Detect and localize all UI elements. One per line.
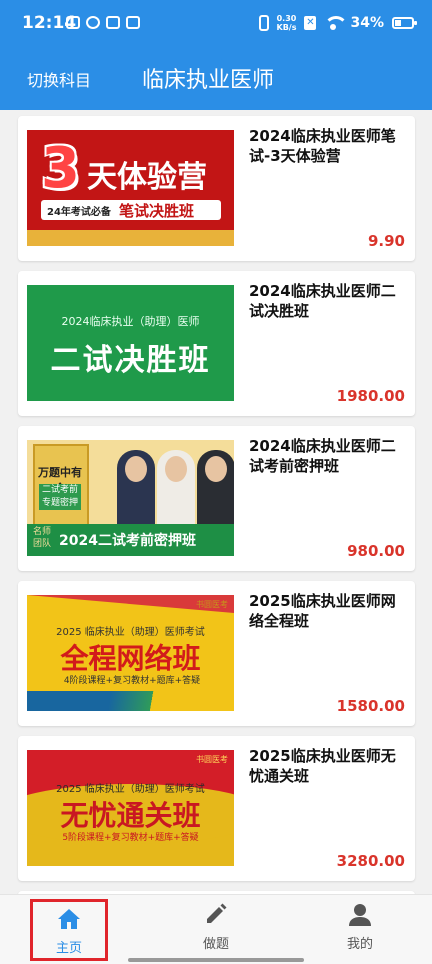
switch-subject-button[interactable]: 切换科目 <box>27 67 91 91</box>
course-thumbnail: 2024临床执业（助理）医师 二试决胜班 <box>27 285 234 401</box>
thumb-book-tag: 二试考前专题密押 <box>39 484 81 510</box>
course-card[interactable]: 书圆医考 2025 临床执业（助理）医师考试 全程网络班 4阶段课程+复习教材+… <box>18 581 415 726</box>
thumb-decoration <box>27 691 234 711</box>
thumb-main-text: 二试决胜班 <box>50 343 211 378</box>
nav-practice[interactable]: 做题 <box>176 903 256 952</box>
network-speed: 0.30 KB/s <box>277 14 297 32</box>
brand-logo: 书圆医考 <box>196 600 228 609</box>
course-price: 3280.00 <box>336 852 405 870</box>
course-thumbnail: 3 天体验营 24年考试必备 笔试决胜班 <box>27 130 234 246</box>
course-card[interactable]: 3 天体验营 24年考试必备 笔试决胜班 2024临床执业医师笔试-3天体验营 … <box>18 116 415 261</box>
person-icon <box>349 904 371 926</box>
sync-notification-icon <box>86 16 100 29</box>
mail-notification-icon <box>106 16 120 29</box>
course-price: 1980.00 <box>336 387 405 405</box>
notification-icons <box>66 16 140 29</box>
thumb-footer: 5阶段课程+复习教材+题库+答疑 <box>62 833 199 843</box>
course-title: 2024临床执业医师笔试-3天体验营 <box>249 127 396 165</box>
no-sim-icon: ✕ <box>304 16 317 30</box>
nav-home-label: 主页 <box>55 941 82 956</box>
page-title: 临床执业医师 <box>142 68 275 93</box>
thumb-main-text: 全程网络班 <box>60 642 201 675</box>
app-notification-icon <box>66 16 80 29</box>
nav-home[interactable]: 主页 <box>30 899 108 961</box>
gesture-handle[interactable] <box>128 958 304 962</box>
course-price: 980.00 <box>347 542 405 560</box>
brand-logo: 书圆医考 <box>196 755 228 764</box>
thumb-bar-left-text: 24年考试必备 <box>47 207 111 218</box>
home-icon <box>58 909 80 929</box>
nav-mine[interactable]: 我的 <box>320 903 400 952</box>
network-speed-value: 0.30 <box>276 14 297 23</box>
battery-percent: 34% <box>350 15 384 31</box>
thumb-big-number: 3 <box>41 136 80 201</box>
network-speed-unit: KB/s <box>276 23 297 32</box>
course-title: 2025临床执业医师无忧通关班 <box>249 747 396 785</box>
teacher-photo <box>197 450 234 530</box>
nav-practice-label: 做题 <box>202 937 229 952</box>
course-card[interactable]: 万题中有金 二试考前专题密押 名师团队 2024二试考前密押班 2024临床执业… <box>18 426 415 571</box>
thumb-subtitle: 2025 临床执业（助理）医师考试 <box>56 784 205 795</box>
thumb-band-tag: 名师团队 <box>33 527 52 549</box>
course-title: 2024临床执业医师二试决胜班 <box>249 282 396 320</box>
app-header: 切换科目 临床执业医师 <box>0 44 432 110</box>
thumb-main-text: 2024二试考前密押班 <box>59 533 196 549</box>
course-card[interactable]: 书圆医考 2025 临床执业（助理）医师考试 无忧通关班 5阶段课程+复习教材+… <box>18 736 415 881</box>
thumb-subtitle: 2025 临床执业（助理）医师考试 <box>56 627 205 638</box>
teacher-photo <box>157 450 195 530</box>
pencil-icon <box>207 903 227 923</box>
course-list: 3 天体验营 24年考试必备 笔试决胜班 2024临床执业医师笔试-3天体验营 … <box>18 116 415 899</box>
thumb-main-text: 天体验营 <box>87 160 207 195</box>
course-thumbnail: 书圆医考 2025 临床执业（助理）医师考试 全程网络班 4阶段课程+复习教材+… <box>27 595 234 711</box>
course-thumbnail: 万题中有金 二试考前专题密押 名师团队 2024二试考前密押班 <box>27 440 234 556</box>
status-bar: 12:14 0.30 KB/s ✕ 34% <box>0 0 432 44</box>
teacher-photo <box>117 450 155 530</box>
bottom-nav: 主页 做题 我的 <box>0 894 432 964</box>
nav-mine-label: 我的 <box>346 937 373 952</box>
thumb-bar-right-text: 笔试决胜班 <box>119 202 195 220</box>
course-title: 2025临床执业医师网络全程班 <box>249 592 396 630</box>
course-title: 2024临床执业医师二试考前密押班 <box>249 437 396 475</box>
course-price: 1580.00 <box>336 697 405 715</box>
thumb-strip <box>27 230 234 246</box>
vibrate-icon <box>258 15 269 31</box>
shield-notification-icon <box>126 16 140 29</box>
thumb-main-text: 无忧通关班 <box>60 799 201 832</box>
course-card[interactable]: 2024临床执业（助理）医师 二试决胜班 2024临床执业医师二试决胜班 198… <box>18 271 415 416</box>
thumb-subtitle: 2024临床执业（助理）医师 <box>61 315 200 328</box>
battery-icon <box>392 17 417 29</box>
course-thumbnail: 书圆医考 2025 临床执业（助理）医师考试 无忧通关班 5阶段课程+复习教材+… <box>27 750 234 866</box>
thumb-footer: 4阶段课程+复习教材+题库+答疑 <box>63 676 201 686</box>
wifi-icon <box>324 16 349 30</box>
course-price: 9.90 <box>367 232 405 250</box>
system-status: 0.30 KB/s ✕ 34% <box>258 14 417 32</box>
